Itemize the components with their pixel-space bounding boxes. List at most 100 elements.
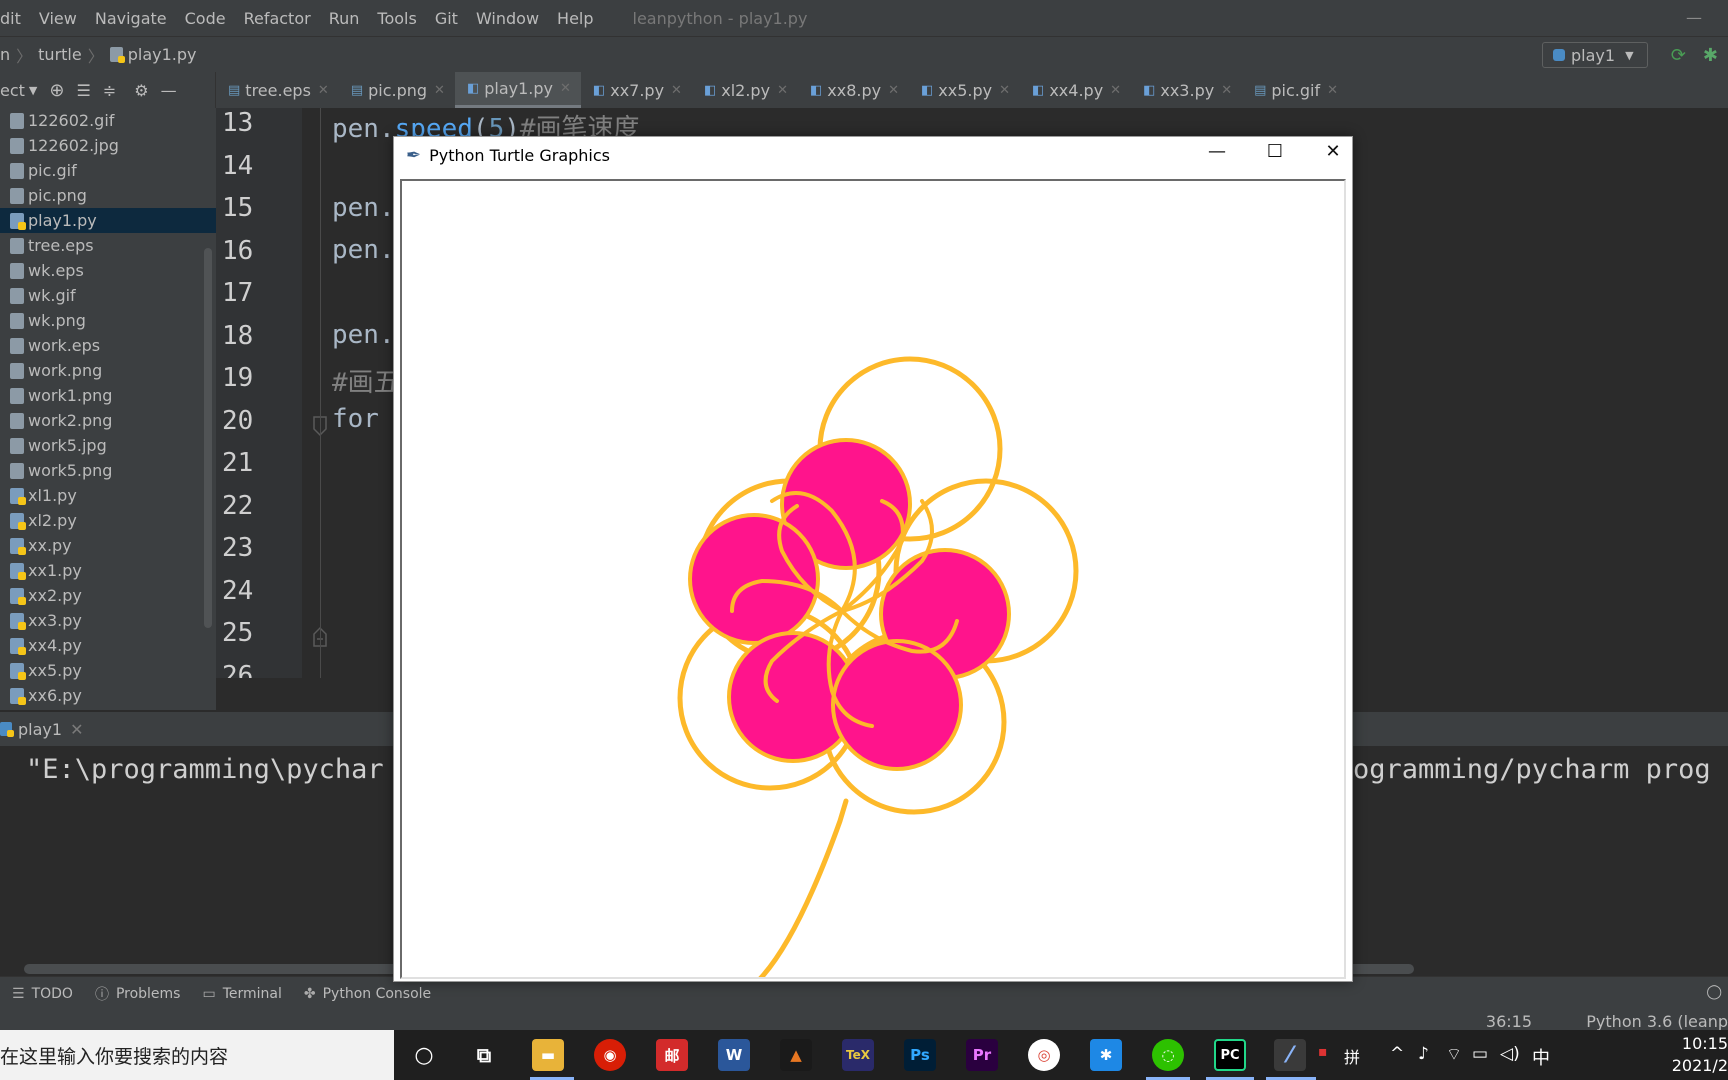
file-item[interactable]: xl1.py — [0, 483, 216, 508]
tab-pic-gif[interactable]: ▤ pic.gif ✕ — [1242, 72, 1348, 108]
menu-git[interactable]: Git — [426, 9, 467, 28]
close-icon[interactable]: ✕ — [1110, 83, 1121, 98]
word-icon[interactable]: W — [718, 1039, 750, 1071]
menu-tools[interactable]: Tools — [368, 9, 425, 28]
matlab-icon[interactable]: ▲ — [780, 1039, 812, 1071]
file-item[interactable]: xx6.py — [0, 683, 216, 708]
problems-button[interactable]: ⓘ Problems — [95, 984, 181, 1004]
wifi-icon[interactable]: ⌔ — [1446, 1044, 1462, 1065]
task-view-icon[interactable]: ⧉ — [468, 1039, 500, 1071]
feather-icon[interactable]: ⁄ — [1274, 1039, 1306, 1071]
file-item[interactable]: pic.gif — [0, 158, 216, 183]
clock[interactable]: 10:15 2021/2 — [1672, 1033, 1728, 1077]
tab-xx3-py[interactable]: ◧ xx3.py ✕ — [1131, 72, 1242, 108]
gear-icon[interactable]: ⚙ — [134, 81, 148, 100]
tab-xl2-py[interactable]: ◧ xl2.py ✕ — [692, 72, 798, 108]
minimize-icon[interactable]: — — [1194, 141, 1240, 169]
netease-music-icon[interactable]: ◉ — [594, 1039, 626, 1071]
hide-icon[interactable]: — — [161, 81, 177, 100]
file-item[interactable]: xx1.py — [0, 558, 216, 583]
tab-tree-eps[interactable]: ▤ tree.eps ✕ — [216, 72, 339, 108]
close-icon[interactable]: ✕ — [318, 83, 329, 98]
file-item[interactable]: work5.png — [0, 458, 216, 483]
maximize-icon[interactable]: ☐ — [1252, 141, 1298, 169]
file-item[interactable]: work2.png — [0, 408, 216, 433]
caret-position[interactable]: 36:15 — [1486, 1012, 1532, 1031]
file-item[interactable]: wk.gif — [0, 283, 216, 308]
close-icon[interactable]: ✕ — [999, 83, 1010, 98]
chevron-down-icon[interactable]: ▼ — [29, 84, 37, 97]
file-item[interactable]: 122602.gif — [0, 108, 216, 133]
file-explorer-icon[interactable]: ▬ — [532, 1039, 564, 1071]
menu-code[interactable]: Code — [176, 9, 235, 28]
premiere-icon[interactable]: Pr — [966, 1039, 998, 1071]
sidebar-scrollbar[interactable] — [204, 248, 212, 628]
file-item[interactable]: xx3.py — [0, 608, 216, 633]
file-item[interactable]: wk.eps — [0, 258, 216, 283]
microphone-icon[interactable]: ♪ — [1418, 1044, 1429, 1064]
close-icon[interactable]: ✕ — [888, 83, 899, 98]
file-item[interactable]: xx.py — [0, 533, 216, 558]
chevron-up-icon[interactable]: ^ — [1390, 1044, 1404, 1064]
close-icon[interactable]: ✕ — [671, 83, 682, 98]
file-item[interactable]: xl2.py — [0, 508, 216, 533]
tex-icon[interactable]: TeX — [842, 1039, 874, 1071]
taskbar-search-box[interactable]: 在这里输入你要搜索的内容 — [0, 1030, 394, 1080]
tab-play1-py[interactable]: ◧ play1.py ✕ — [454, 72, 581, 108]
file-item[interactable]: work5.jpg — [0, 433, 216, 458]
run-tab[interactable]: play1 ✕ — [0, 720, 83, 739]
photoshop-icon[interactable]: Ps — [904, 1039, 936, 1071]
minimize-icon[interactable]: — — [1686, 8, 1702, 27]
collapse-all-icon[interactable]: ≑ — [103, 81, 116, 100]
search-icon[interactable]: ◯ — [1706, 984, 1722, 1000]
tray-app-icon[interactable]: ▪ — [1318, 1044, 1328, 1060]
file-item[interactable]: play1.py — [0, 208, 216, 233]
file-item[interactable]: work1.png — [0, 383, 216, 408]
file-item[interactable]: work.png — [0, 358, 216, 383]
run-configuration-select[interactable]: play1 ▼ — [1542, 42, 1648, 68]
tab-xx8-py[interactable]: ◧ xx8.py ✕ — [798, 72, 909, 108]
ime-pinyin-label[interactable]: 拼 — [1344, 1044, 1360, 1068]
expand-all-icon[interactable]: ☰ — [76, 81, 90, 100]
file-item[interactable]: work.eps — [0, 333, 216, 358]
app-star-icon[interactable]: ✱ — [1090, 1039, 1122, 1071]
todo-button[interactable]: ☰ TODO — [12, 986, 73, 1002]
debug-icon[interactable]: ✱ — [1703, 45, 1718, 66]
close-icon[interactable]: ✕ — [777, 83, 788, 98]
menu-refactor[interactable]: Refactor — [235, 9, 320, 28]
ime-label[interactable]: 中 — [1532, 1044, 1550, 1070]
close-icon[interactable]: ✕ — [560, 81, 571, 96]
battery-icon[interactable]: ▭ — [1472, 1044, 1488, 1064]
menu-view[interactable]: View — [30, 9, 86, 28]
turtle-titlebar[interactable]: ✒ Python Turtle Graphics — ☐ ✕ — [394, 137, 1352, 173]
wechat-icon[interactable]: ◌ — [1152, 1039, 1184, 1071]
python-console-button[interactable]: ✤ Python Console — [304, 986, 431, 1002]
menu-navigate[interactable]: Navigate — [86, 9, 176, 28]
breadcrumb-project[interactable]: n — [0, 45, 10, 64]
rerun-icon[interactable]: ⟳ — [1671, 45, 1686, 66]
project-view-label[interactable]: ect — [0, 81, 25, 100]
file-item[interactable]: xx2.py — [0, 583, 216, 608]
chrome-icon[interactable]: ◎ — [1028, 1039, 1060, 1071]
file-item[interactable]: 122602.jpg — [0, 133, 216, 158]
close-icon[interactable]: ✕ — [70, 720, 83, 739]
tab-xx5-py[interactable]: ◧ xx5.py ✕ — [909, 72, 1020, 108]
file-item[interactable]: pic.png — [0, 183, 216, 208]
interpreter-status[interactable]: Python 3.6 (leanp — [1586, 1012, 1728, 1031]
file-item[interactable]: xx4.py — [0, 633, 216, 658]
turtle-graphics-window[interactable]: ✒ Python Turtle Graphics — ☐ ✕ — [393, 136, 1353, 982]
breadcrumb-file[interactable]: play1.py — [128, 45, 197, 64]
breadcrumb-folder[interactable]: turtle — [38, 45, 82, 64]
close-icon[interactable]: ✕ — [1221, 83, 1232, 98]
tab-xx4-py[interactable]: ◧ xx4.py ✕ — [1020, 72, 1131, 108]
volume-icon[interactable]: ◁) — [1500, 1044, 1520, 1064]
pycharm-icon[interactable]: PC — [1214, 1039, 1246, 1071]
close-icon[interactable]: ✕ — [1310, 141, 1356, 169]
file-item[interactable]: tree.eps — [0, 233, 216, 258]
close-icon[interactable]: ✕ — [434, 83, 445, 98]
mail-app-icon[interactable]: 邮 — [656, 1039, 688, 1071]
menu-help[interactable]: Help — [548, 9, 602, 28]
file-item[interactable]: xx5.py — [0, 658, 216, 683]
close-icon[interactable]: ✕ — [1327, 83, 1338, 98]
file-item[interactable]: wk.png — [0, 308, 216, 333]
